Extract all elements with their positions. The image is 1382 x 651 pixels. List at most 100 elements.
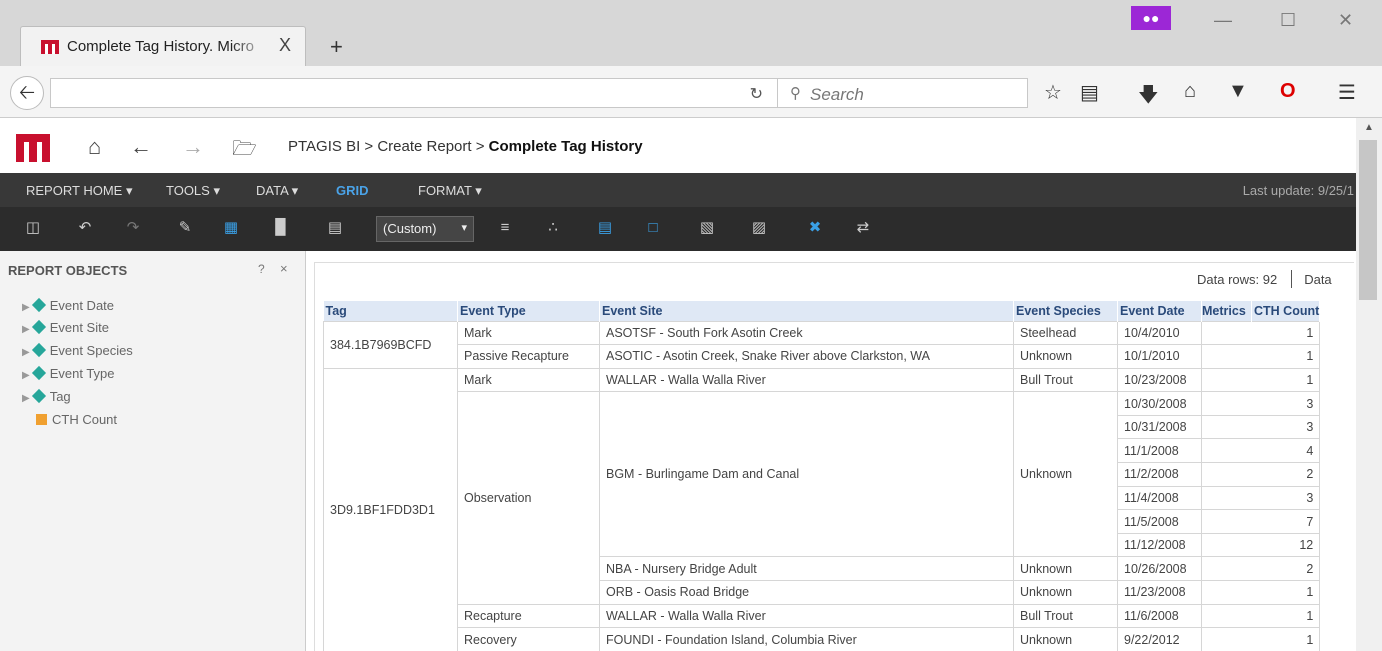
cell-cth-count: 12 [1200, 532, 1321, 558]
row-headers-icon[interactable]: ▧ [698, 219, 716, 237]
merge-headers-icon[interactable]: ✖ [806, 219, 824, 237]
cell-cth-count: 1 [1200, 627, 1321, 651]
cell-event-type: Mark [457, 320, 600, 346]
object-attribute[interactable]: ▶ Event Species [22, 342, 133, 358]
menu-data[interactable]: DATA ▾ [256, 183, 298, 199]
scroll-up-icon[interactable]: ▲ [1364, 122, 1374, 133]
graph-view-icon[interactable]: ▉ [272, 219, 290, 237]
panel-title: REPORT OBJECTS [8, 263, 128, 278]
col-header-event-type[interactable]: Event Type [457, 301, 600, 321]
col-header-event-species[interactable]: Event Species [1013, 301, 1118, 321]
col-header-event-site[interactable]: Event Site [599, 301, 1014, 321]
breadcrumb: PTAGIS BI > Create Report > Complete Tag… [288, 138, 643, 155]
microstrategy-logo[interactable] [16, 134, 50, 162]
breadcrumb-path[interactable]: PTAGIS BI > Create Report > [288, 138, 484, 155]
cell-event-site: ASOTSF - South Fork Asotin Creek [599, 320, 1014, 346]
cell-event-species: Unknown [1013, 391, 1118, 558]
cell-event-date: 11/12/2008 [1117, 532, 1202, 558]
reload-icon[interactable]: ↻ [750, 84, 763, 104]
window-close-icon[interactable]: ✕ [1338, 10, 1353, 31]
hamburger-menu-icon[interactable]: ☰ [1338, 80, 1356, 105]
menu-format[interactable]: FORMAT ▾ [418, 183, 482, 199]
add-totals-icon[interactable]: ∴ [544, 219, 562, 237]
grid-view-icon[interactable]: ▦ [222, 219, 240, 237]
object-attribute[interactable]: ▶ Tag [22, 388, 71, 404]
cell-cth-count: 3 [1200, 391, 1321, 416]
object-metric[interactable]: CTH Count [36, 412, 117, 427]
app-home-icon[interactable]: ⌂ [88, 134, 101, 160]
cell-event-species: Bull Trout [1013, 603, 1118, 629]
home-icon[interactable]: ⌂ [1184, 80, 1196, 103]
folder-up-icon[interactable]: 🗁 [232, 134, 257, 168]
autofit-icon[interactable]: ⇄ [854, 219, 872, 237]
cell-event-type: Recovery [457, 627, 600, 651]
last-update: Last update: 9/25/1 [1242, 183, 1354, 198]
outline-icon[interactable]: ≡ [496, 219, 514, 237]
new-tab-button[interactable]: + [330, 34, 343, 60]
url-bar[interactable]: ↻ [50, 78, 777, 108]
undo-icon[interactable]: ↶ [76, 219, 94, 237]
col-header-cth-count[interactable]: CTH Count [1251, 301, 1321, 321]
browser-tab[interactable]: Complete Tag History. Micro X [20, 26, 306, 66]
back-arrow-icon[interactable]: 🡠 [10, 76, 44, 110]
browser-tab-strip: Complete Tag History. Micro X + ●● — ☐ ✕ [0, 0, 1382, 66]
lock-headers-icon[interactable]: ▨ [750, 219, 768, 237]
menu-tools[interactable]: TOOLS ▾ [166, 183, 220, 199]
cell-event-date: 10/4/2010 [1117, 320, 1202, 346]
download-icon[interactable]: 🡇 [1138, 80, 1159, 114]
tab-close-icon[interactable]: X [279, 35, 291, 56]
cell-cth-count: 3 [1200, 414, 1321, 440]
minimize-icon[interactable]: — [1214, 10, 1232, 31]
bookmark-star-icon[interactable]: ☆ [1044, 80, 1062, 105]
data-rows-info: Data rows: 92 Data [1197, 270, 1332, 288]
report-objects-panel: REPORT OBJECTS ? × ▶ Event Date ▶ Event Si… [0, 251, 306, 651]
cell-event-date: 11/2/2008 [1117, 462, 1202, 487]
save-icon[interactable]: ◫ [24, 219, 42, 237]
cell-event-species: Bull Trout [1013, 367, 1118, 393]
grid-header-row: Tag Event Type Event Site Event Species … [323, 301, 1321, 321]
col-header-tag[interactable]: Tag [323, 301, 458, 321]
pocket-icon[interactable]: ▼ [1228, 80, 1248, 103]
cell-event-date: 10/1/2010 [1117, 344, 1202, 369]
cell-cth-count: 1 [1200, 320, 1321, 346]
cell-tag: 3D9.1BF1FDD3D1 [323, 367, 458, 651]
opera-icon[interactable]: O [1280, 80, 1296, 103]
cell-event-site: ASOTIC - Asotin Creek, Snake River above… [599, 344, 1014, 369]
cell-event-site: ORB - Oasis Road Bridge [599, 580, 1014, 605]
menu-grid[interactable]: GRID [336, 183, 369, 198]
app-back-icon[interactable]: ← [130, 134, 152, 160]
cell-event-site: WALLAR - Walla Walla River [599, 367, 1014, 393]
object-attribute[interactable]: ▶ Event Type [22, 365, 115, 381]
app-forward-icon[interactable]: → [182, 134, 204, 160]
help-icon[interactable]: ? [258, 262, 265, 276]
vertical-scrollbar[interactable]: ▲ [1356, 118, 1382, 651]
cell-event-type: Mark [457, 367, 600, 393]
close-panel-icon[interactable]: × [280, 261, 288, 276]
menu-report-home[interactable]: REPORT HOME ▾ [26, 183, 132, 199]
maximize-icon[interactable]: ☐ [1280, 10, 1296, 31]
table-row: 3D9.1BF1FDD3D1 Mark WALLAR - Walla Walla… [323, 367, 1321, 651]
redo-icon[interactable]: ↷ [124, 219, 142, 237]
cell-event-site: FOUNDI - Foundation Island, Columbia Riv… [599, 627, 1014, 651]
scrollbar-thumb[interactable] [1359, 140, 1377, 300]
col-header-event-date[interactable]: Event Date [1117, 301, 1202, 321]
column-headers-icon[interactable]: □ [644, 219, 662, 237]
cell-event-type: Observation [457, 391, 600, 605]
cell-event-date: 11/1/2008 [1117, 438, 1202, 464]
edit-icon[interactable]: ✎ [176, 219, 194, 237]
grid-graph-icon[interactable]: ▤ [326, 219, 344, 237]
cell-event-type: Recapture [457, 603, 600, 629]
reading-list-icon[interactable]: ▤ [1080, 80, 1099, 105]
banding-icon[interactable]: ▤ [596, 219, 614, 237]
private-browsing-icon[interactable]: ●● [1131, 6, 1171, 30]
col-header-metrics[interactable]: Metrics [1201, 301, 1252, 321]
object-attribute[interactable]: ▶ Event Site [22, 319, 109, 335]
cell-event-date: 11/5/2008 [1117, 509, 1202, 534]
object-attribute[interactable]: ▶ Event Date [22, 297, 114, 313]
search-input[interactable]: ⚲ Search [777, 78, 1028, 108]
table-row: Recapture WALLAR - Walla Walla River Bul… [324, 603, 1321, 629]
cell-cth-count: 4 [1200, 438, 1321, 464]
cell-event-date: 10/31/2008 [1117, 414, 1202, 440]
cell-event-site: WALLAR - Walla Walla River [599, 603, 1014, 629]
grid-style-select[interactable]: (Custom) ▾ [376, 216, 474, 242]
